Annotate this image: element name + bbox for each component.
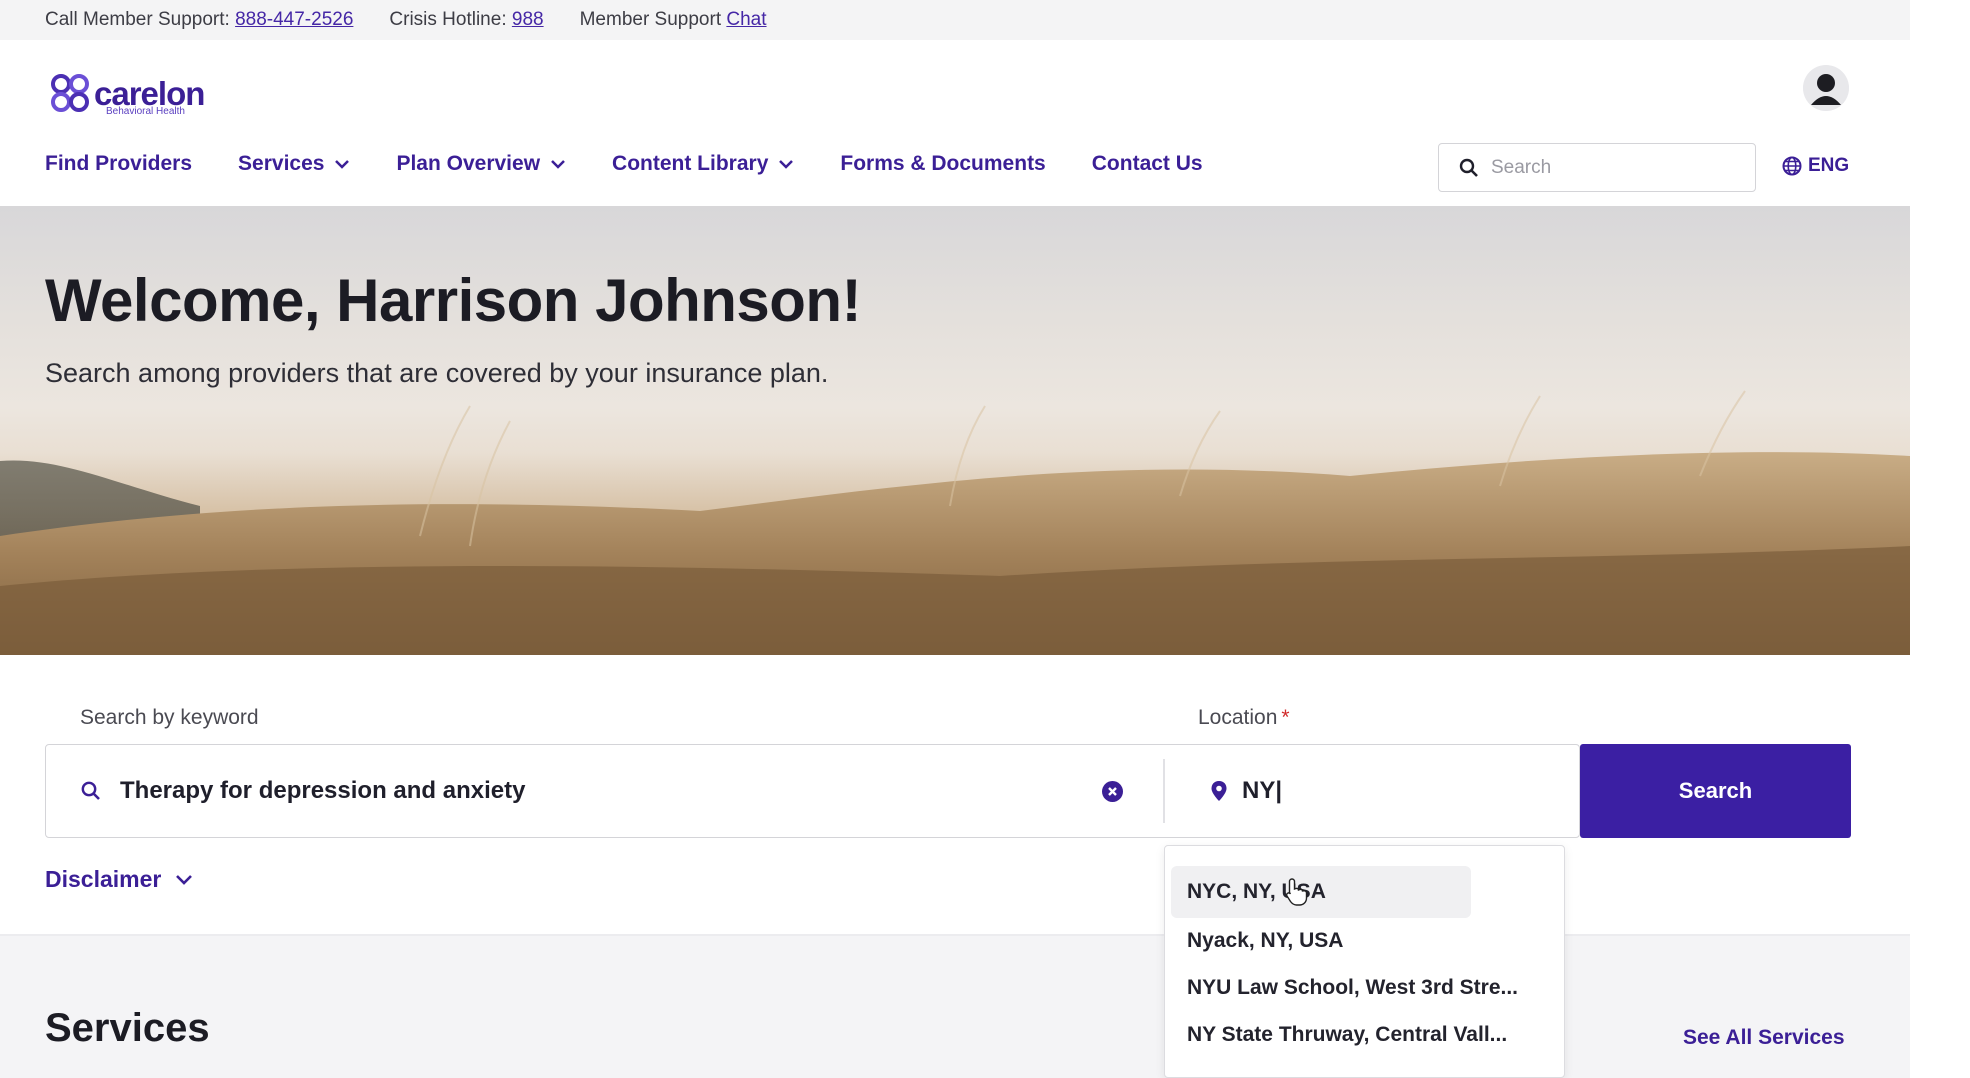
member-support-item: Call Member Support: 888-447-2526 — [45, 9, 353, 31]
nav-forms-documents-label: Forms & Documents — [840, 152, 1046, 175]
utility-bar: Call Member Support: 888-447-2526 Crisis… — [0, 0, 1910, 40]
hero-banner: Welcome, Harrison Johnson! Search among … — [0, 206, 1910, 655]
keyword-field[interactable]: Therapy for depression and anxiety — [46, 745, 1161, 836]
search-button[interactable]: Search — [1580, 744, 1851, 838]
nav-services-label: Services — [238, 152, 325, 175]
location-field[interactable]: NY| — [1166, 745, 1579, 836]
chevron-down-icon — [551, 160, 565, 169]
services-title: Services — [45, 1006, 210, 1050]
keyword-label: Search by keyword — [80, 706, 259, 729]
main-nav: Find Providers Services Plan Overview Co… — [45, 152, 1249, 176]
required-marker: * — [1281, 706, 1290, 729]
search-icon — [81, 781, 100, 800]
disclaimer-label: Disclaimer — [45, 866, 162, 892]
nav-services[interactable]: Services — [238, 152, 350, 176]
field-divider — [1163, 759, 1165, 823]
see-all-services-link[interactable]: See All Services — [1683, 1026, 1845, 1050]
close-icon — [1108, 787, 1117, 796]
suggestion-item[interactable]: NYC, NY, USA — [1171, 866, 1471, 918]
member-support-phone-link[interactable]: 888-447-2526 — [235, 9, 353, 30]
chevron-down-icon — [779, 160, 794, 169]
suggestion-item[interactable]: NYU Law School, West 3rd Stre... — [1187, 976, 1518, 1000]
welcome-subtitle: Search among providers that are covered … — [45, 358, 829, 388]
logo-text: carelon — [94, 74, 205, 112]
crisis-hotline-link[interactable]: 988 — [512, 9, 544, 30]
keyword-input-value[interactable]: Therapy for depression and anxiety — [120, 777, 525, 805]
language-selector[interactable]: ENG — [1782, 155, 1849, 177]
user-avatar[interactable] — [1803, 65, 1849, 111]
location-pin-icon — [1211, 780, 1227, 801]
provider-search-bar: Therapy for depression and anxiety NY| — [45, 744, 1580, 838]
user-avatar-icon — [1803, 65, 1849, 111]
services-section: Services See All Services — [0, 934, 1910, 1078]
location-label-text: Location — [1198, 706, 1278, 729]
page: Call Member Support: 888-447-2526 Crisis… — [0, 0, 1910, 1078]
nav-content-library-label: Content Library — [612, 152, 769, 175]
header-search-input[interactable] — [1491, 156, 1731, 179]
member-chat-link[interactable]: Chat — [726, 9, 766, 30]
nav-plan-overview[interactable]: Plan Overview — [396, 152, 566, 176]
suggestion-item[interactable]: Nyack, NY, USA — [1187, 929, 1343, 953]
suggestion-item[interactable]: NY State Thruway, Central Vall... — [1187, 1023, 1507, 1047]
nav-find-providers-label: Find Providers — [45, 152, 193, 175]
location-label: Location * — [1198, 706, 1290, 730]
clear-keyword-button[interactable] — [1102, 781, 1123, 802]
nav-forms-documents[interactable]: Forms & Documents — [840, 152, 1045, 176]
carelon-logo[interactable]: carelon Behavioral Health — [50, 72, 205, 117]
header-search — [1438, 143, 1756, 192]
language-label: ENG — [1808, 155, 1850, 176]
nav-contact-us[interactable]: Contact Us — [1092, 152, 1203, 176]
location-suggestions-dropdown: NYC, NY, USA Nyack, NY, USA NYU Law Scho… — [1164, 845, 1565, 1078]
member-support-label: Call Member Support: — [45, 9, 230, 30]
logo-subtext: Behavioral Health — [106, 106, 185, 117]
welcome-title: Welcome, Harrison Johnson! — [45, 267, 862, 334]
nav-content-library[interactable]: Content Library — [612, 152, 794, 176]
chevron-down-icon — [176, 875, 193, 885]
hand-cursor-icon — [1285, 878, 1308, 906]
member-chat-label: Member Support — [579, 9, 722, 30]
disclaimer-toggle[interactable]: Disclaimer — [45, 866, 193, 893]
member-chat-item: Member Support Chat — [580, 9, 767, 31]
nav-find-providers[interactable]: Find Providers — [45, 152, 192, 176]
location-input-value[interactable]: NY| — [1242, 777, 1282, 805]
crisis-hotline-label: Crisis Hotline: — [389, 9, 507, 30]
nav-plan-overview-label: Plan Overview — [396, 152, 541, 175]
globe-icon — [1782, 156, 1802, 176]
chevron-down-icon — [335, 160, 350, 169]
search-icon — [1459, 158, 1478, 177]
carelon-logo-icon — [51, 74, 89, 112]
nav-contact-us-label: Contact Us — [1091, 152, 1203, 175]
crisis-hotline-item: Crisis Hotline: 988 — [389, 9, 543, 31]
